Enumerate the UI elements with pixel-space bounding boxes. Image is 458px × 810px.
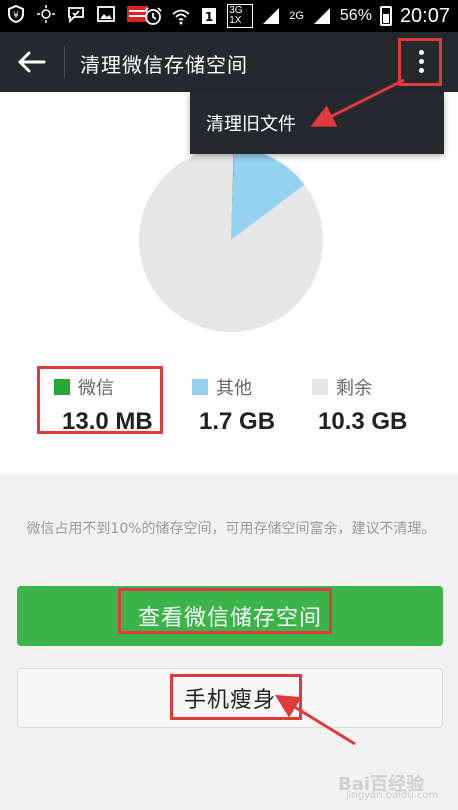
wifi-icon bbox=[172, 9, 190, 25]
signal-icon bbox=[263, 8, 280, 24]
legend-label-free: 剩余 bbox=[336, 378, 372, 399]
image-icon bbox=[97, 6, 115, 22]
status-left-icons: ¥ bbox=[6, 4, 148, 24]
battery-percent: 56% bbox=[339, 7, 372, 24]
menu-item-clean-old-files[interactable]: 清理旧文件 bbox=[206, 110, 296, 136]
legend-label-other: 其他 bbox=[216, 378, 252, 399]
brightness-icon bbox=[37, 5, 55, 23]
annotation-box-more bbox=[398, 38, 442, 86]
action-area: 微信占用不到10%的储存空间，可用存储空间富余，建议不清理。 查看微信储存空间 … bbox=[0, 474, 458, 810]
clock: 20:07 bbox=[399, 4, 450, 27]
annotation-box-slim-phone bbox=[170, 674, 302, 720]
network2-label: 2G bbox=[289, 10, 304, 22]
legend-free: 剩余 bbox=[312, 374, 372, 400]
storage-description: 微信占用不到10%的储存空间，可用存储空间富余，建议不清理。 bbox=[26, 521, 436, 537]
annotation-box-wechat bbox=[37, 366, 163, 434]
network-label: 3G 1X bbox=[227, 4, 254, 28]
page-title: 清理微信存储空间 bbox=[80, 53, 248, 77]
watermark-sub: jingyan.baidu.com bbox=[346, 790, 439, 801]
annotation-box-view-storage bbox=[118, 588, 332, 634]
legend-value-free: 10.3 GB bbox=[318, 408, 408, 435]
action-bar-divider bbox=[64, 46, 65, 78]
legend-swatch-other bbox=[192, 379, 208, 395]
status-right-icons: 1 3G 1X 2G 56% 20:07 bbox=[143, 4, 450, 28]
legend-swatch-free bbox=[312, 379, 328, 395]
legend-value-other: 1.7 GB bbox=[199, 408, 276, 435]
alarm-icon bbox=[144, 7, 162, 25]
action-bar: 清理微信存储空间 bbox=[0, 32, 458, 92]
battery-icon bbox=[379, 6, 392, 26]
sim-icon: 1 bbox=[202, 8, 217, 24]
signal2-icon bbox=[313, 8, 330, 24]
svg-text:¥: ¥ bbox=[13, 11, 19, 21]
storage-pie-chart bbox=[139, 148, 323, 332]
status-bar: ¥ 1 3G 1X 2G 56% 20:07 bbox=[0, 0, 458, 32]
shield-icon: ¥ bbox=[8, 4, 24, 24]
message-icon bbox=[68, 7, 84, 24]
legend-other: 其他 bbox=[192, 374, 252, 400]
back-arrow-icon[interactable] bbox=[14, 48, 50, 76]
svg-text:1: 1 bbox=[205, 10, 213, 24]
overflow-menu: 清理旧文件 bbox=[190, 92, 444, 154]
